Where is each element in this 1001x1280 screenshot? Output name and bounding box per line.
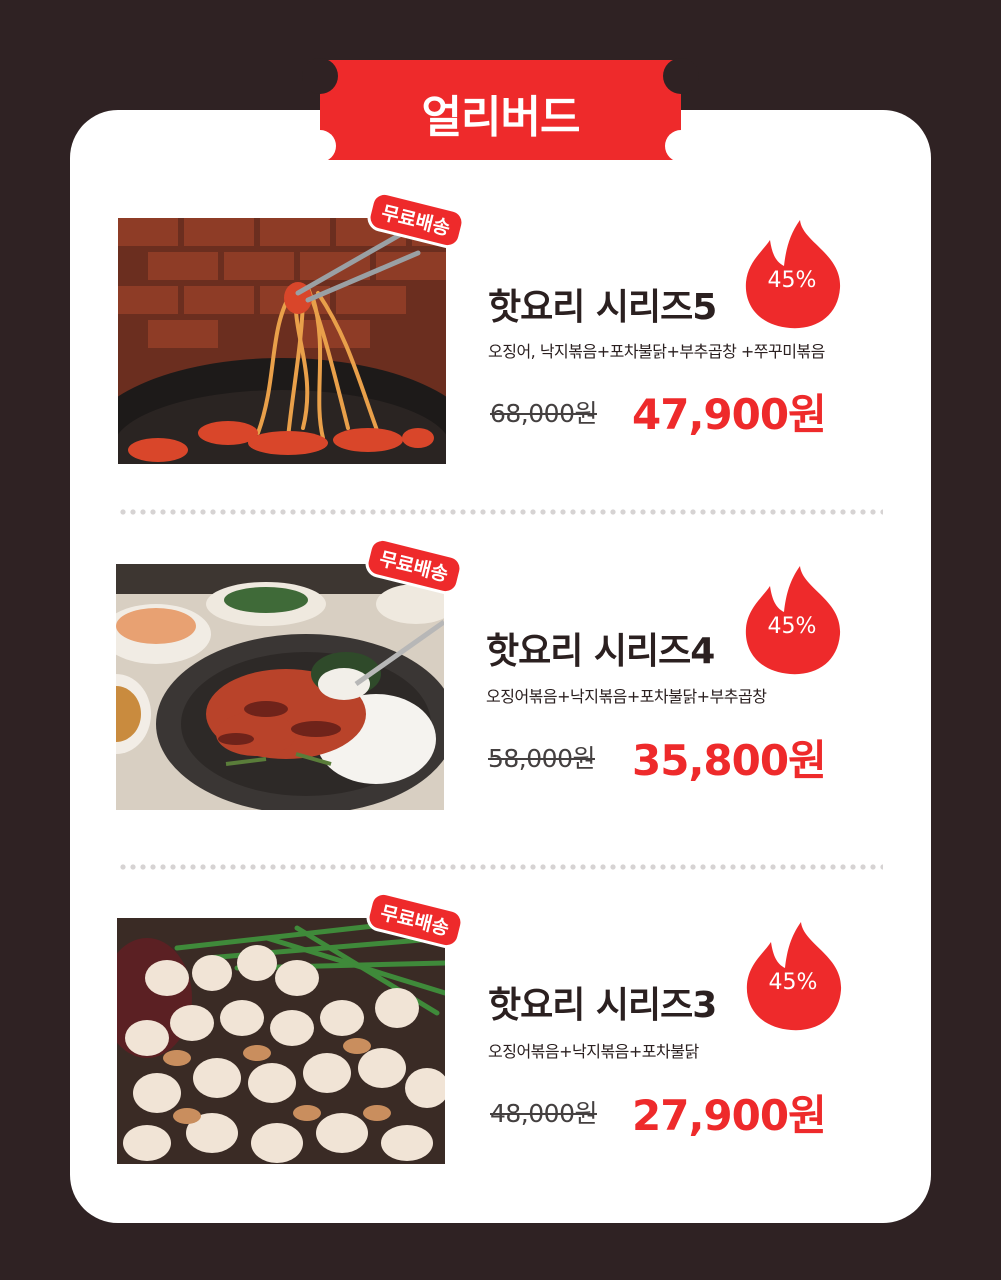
sale-price: 47,900원: [632, 390, 827, 439]
original-price: 58,000원: [488, 744, 595, 773]
product-description: 오징어볶음+낙지볶음+포차불닭+부추곱창: [486, 687, 767, 706]
original-price: 48,000원: [490, 1099, 597, 1128]
discount-badge: 45%: [742, 564, 842, 676]
discount-label: 45%: [767, 268, 817, 293]
product-photo[interactable]: [116, 564, 444, 810]
early-bird-banner: 얼리버드: [302, 58, 699, 162]
product-title[interactable]: 핫요리 시리즈3: [488, 976, 717, 1028]
product-photo[interactable]: [117, 918, 445, 1164]
item-divider: [118, 509, 883, 515]
product-title[interactable]: 핫요리 시리즈4: [486, 622, 715, 674]
product-description: 오징어, 낙지볶음+포차불닭+부추곱창 +쭈꾸미볶음: [488, 342, 825, 361]
banner-notch: [665, 130, 697, 162]
banner-notch: [304, 130, 336, 162]
spicy-stir-fry-rice-photo: [116, 564, 444, 810]
original-price: 68,000원: [490, 399, 597, 428]
sale-price: 27,900원: [632, 1091, 827, 1140]
item-divider: [118, 864, 883, 870]
discount-label: 45%: [767, 614, 817, 639]
banner-title: 얼리버드: [421, 92, 581, 143]
sale-price: 35,800원: [632, 736, 827, 785]
product-title[interactable]: 핫요리 시리즈5: [488, 278, 717, 330]
product-description: 오징어볶음+낙지볶음+포차불닭: [488, 1042, 699, 1061]
grilled-gopchang-photo: [117, 918, 445, 1164]
discount-badge: 45%: [743, 920, 843, 1032]
discount-label: 45%: [768, 970, 818, 995]
